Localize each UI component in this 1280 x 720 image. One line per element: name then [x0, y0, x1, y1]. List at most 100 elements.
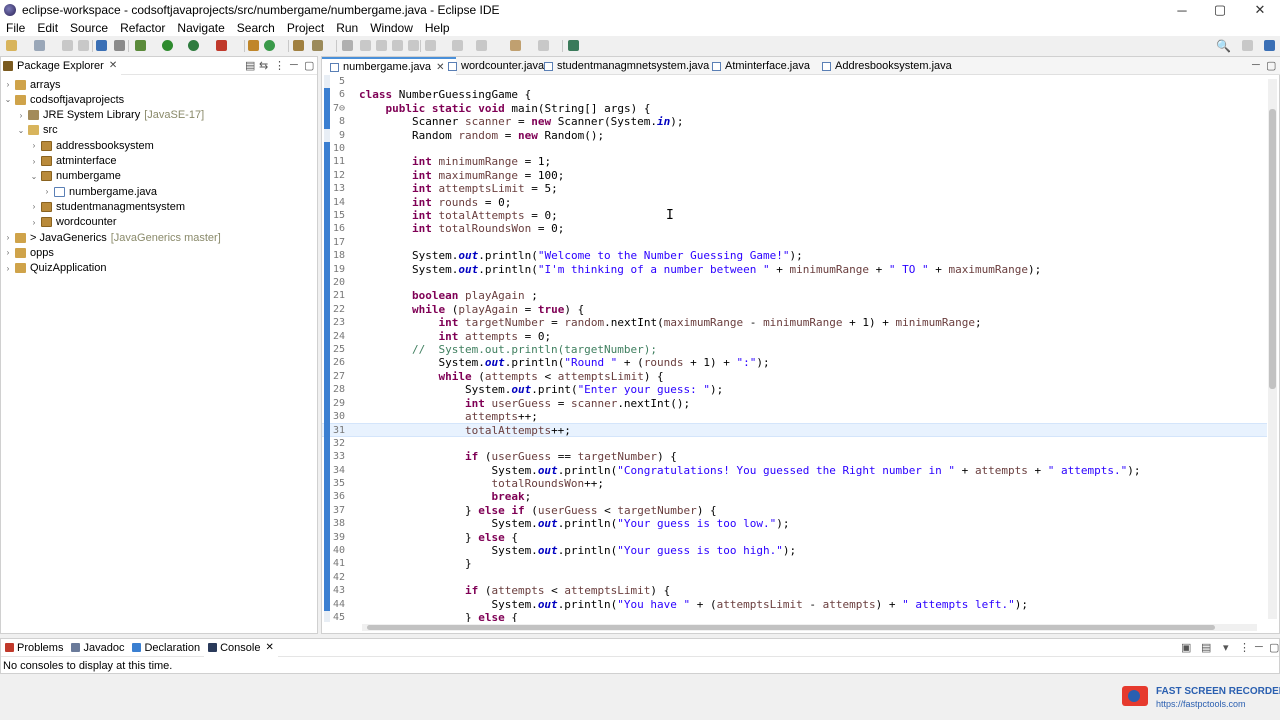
tree-item[interactable]: › QuizApplication	[3, 261, 107, 276]
code-line[interactable]: 29 int userGuess = scanner.nextInt();	[322, 397, 1267, 410]
tree-item[interactable]: ⌄ numbergame	[29, 169, 121, 184]
pin-editor-icon[interactable]	[568, 40, 579, 51]
terminal-icon[interactable]	[96, 40, 107, 51]
annotation-icon[interactable]	[342, 40, 353, 51]
code-line[interactable]: 35 totalRoundsWon++;	[322, 477, 1267, 490]
horizontal-scrollbar[interactable]	[362, 624, 1257, 631]
code-line[interactable]: 27 while (attempts < attemptsLimit) {	[322, 370, 1267, 383]
tab-console[interactable]: Console ✕	[204, 638, 278, 657]
menu-source[interactable]: Source	[64, 20, 114, 36]
pin-console-icon[interactable]: ▤	[1201, 641, 1211, 654]
expand-toggle-icon[interactable]: ›	[42, 187, 52, 196]
code-area[interactable]: 5 6 class NumberGuessingGame {7⊖ public st…	[322, 75, 1267, 622]
minimize-editor-icon[interactable]: ─	[1252, 59, 1260, 71]
new-class-icon[interactable]	[264, 40, 275, 51]
code-line[interactable]: 16 int totalRoundsWon = 0;	[322, 222, 1267, 235]
code-line[interactable]: 5	[322, 75, 1267, 88]
editor-tab[interactable]: numbergame.java ✕	[322, 57, 457, 75]
menu-refactor[interactable]: Refactor	[114, 20, 171, 36]
code-line[interactable]: 22 while (playAgain = true) {	[322, 303, 1267, 316]
code-line[interactable]: 14 int rounds = 0;	[322, 196, 1267, 209]
code-line[interactable]: 12 int maximumRange = 100;	[322, 169, 1267, 182]
tree-item[interactable]: › arrays	[3, 77, 61, 92]
view-menu-icon[interactable]: ⋮	[274, 59, 285, 72]
menu-project[interactable]: Project	[281, 20, 330, 36]
code-line[interactable]: 26 System.out.println("Round " + (rounds…	[322, 356, 1267, 369]
editor-tab[interactable]: studentmanagmnetsystem.java	[536, 57, 721, 75]
open-console-icon[interactable]: ▾	[1223, 641, 1229, 654]
view-menu-icon[interactable]: ⋮	[1239, 641, 1250, 654]
scroll-thumb[interactable]	[1269, 109, 1276, 389]
forward-icon[interactable]	[538, 40, 549, 51]
tree-item[interactable]: › wordcounter	[29, 215, 117, 230]
vertical-scrollbar[interactable]	[1268, 79, 1277, 619]
code-line[interactable]: 10	[322, 142, 1267, 155]
show-whitespace-icon[interactable]	[408, 40, 419, 51]
code-line[interactable]: 24 int attempts = 0;	[322, 330, 1267, 343]
code-line[interactable]: 31 totalAttempts++;	[322, 423, 1267, 437]
new-java-project-icon[interactable]	[248, 40, 259, 51]
expand-toggle-icon[interactable]: ⌄	[29, 172, 39, 181]
expand-toggle-icon[interactable]: ›	[29, 202, 39, 211]
code-line[interactable]: 28 System.out.print("Enter your guess: "…	[322, 383, 1267, 396]
search-tool-icon[interactable]	[312, 40, 323, 51]
save-all-icon[interactable]	[78, 40, 89, 51]
code-line[interactable]: 11 int minimumRange = 1;	[322, 155, 1267, 168]
prev-annotation-icon[interactable]	[452, 40, 463, 51]
code-line[interactable]: 20	[322, 276, 1267, 289]
code-line[interactable]: 6 class NumberGuessingGame {	[322, 88, 1267, 101]
code-line[interactable]: 44 System.out.println("You have " + (att…	[322, 598, 1267, 611]
maximize-editor-icon[interactable]: ▢	[1266, 59, 1276, 72]
editor-tab[interactable]: Addresbooksystem.java	[814, 57, 964, 75]
close-button[interactable]: ✕	[1240, 0, 1280, 20]
skip-breakpoints-icon[interactable]	[114, 40, 125, 51]
open-type-icon[interactable]	[293, 40, 304, 51]
close-icon[interactable]: ✕	[265, 642, 273, 653]
java-perspective-icon[interactable]	[1264, 40, 1275, 51]
word-wrap-icon[interactable]	[376, 40, 387, 51]
new-icon[interactable]	[6, 40, 17, 51]
code-line[interactable]: 33 if (userGuess == targetNumber) {	[322, 450, 1267, 463]
code-line[interactable]: 37 } else if (userGuess < targetNumber) …	[322, 504, 1267, 517]
expand-toggle-icon[interactable]: ›	[16, 111, 26, 120]
display-console-icon[interactable]: ▣	[1181, 641, 1191, 654]
menu-edit[interactable]: Edit	[31, 20, 64, 36]
editor-tab[interactable]: Atminterface.java	[704, 57, 822, 75]
code-line[interactable]: 42	[322, 571, 1267, 584]
debug-icon[interactable]	[135, 40, 146, 51]
code-line[interactable]: 18 System.out.println("Welcome to the Nu…	[322, 249, 1267, 262]
search-icon[interactable]: 🔍	[1216, 39, 1231, 53]
tree-item[interactable]: ⌄ src	[16, 123, 58, 138]
menu-navigate[interactable]: Navigate	[171, 20, 230, 36]
menu-window[interactable]: Window	[364, 20, 419, 36]
tree-item[interactable]: › atminterface	[29, 154, 117, 169]
code-line[interactable]: 30 attempts++;	[322, 410, 1267, 423]
code-line[interactable]: 36 break;	[322, 490, 1267, 503]
expand-toggle-icon[interactable]: ›	[29, 141, 39, 150]
expand-toggle-icon[interactable]: ›	[3, 80, 13, 89]
code-line[interactable]: 15 int totalAttempts = 0;	[322, 209, 1267, 222]
tree-item[interactable]: › > JavaGenerics [JavaGenerics master]	[3, 230, 221, 245]
tab-declaration[interactable]: Declaration	[128, 639, 204, 657]
open-icon[interactable]	[34, 40, 45, 51]
code-line[interactable]: 43 if (attempts < attemptsLimit) {	[322, 584, 1267, 597]
tree-item[interactable]: ⌄ codsoftjavaprojects	[3, 92, 125, 107]
code-line[interactable]: 39 } else {	[322, 531, 1267, 544]
run-icon[interactable]	[162, 40, 173, 51]
block-selection-icon[interactable]	[392, 40, 403, 51]
expand-toggle-icon[interactable]: ›	[29, 218, 39, 227]
scroll-thumb[interactable]	[367, 625, 1215, 630]
save-icon[interactable]	[62, 40, 73, 51]
tab-javadoc[interactable]: Javadoc	[67, 639, 128, 657]
tree-item[interactable]: › opps	[3, 245, 54, 260]
menu-file[interactable]: File	[0, 20, 31, 36]
maximize-view-icon[interactable]: ▢	[304, 59, 314, 72]
coverage-icon[interactable]	[188, 40, 199, 51]
maximize-button[interactable]: ▢	[1200, 0, 1240, 20]
link-editor-icon[interactable]: ⇆	[259, 59, 268, 72]
code-line[interactable]: 34 System.out.println("Congratulations! …	[322, 464, 1267, 477]
code-line[interactable]: 40 System.out.println("Your guess is too…	[322, 544, 1267, 557]
expand-toggle-icon[interactable]: ⌄	[3, 95, 13, 104]
code-line[interactable]: 25 // System.out.println(targetNumber);	[322, 343, 1267, 356]
last-edit-icon[interactable]	[476, 40, 487, 51]
